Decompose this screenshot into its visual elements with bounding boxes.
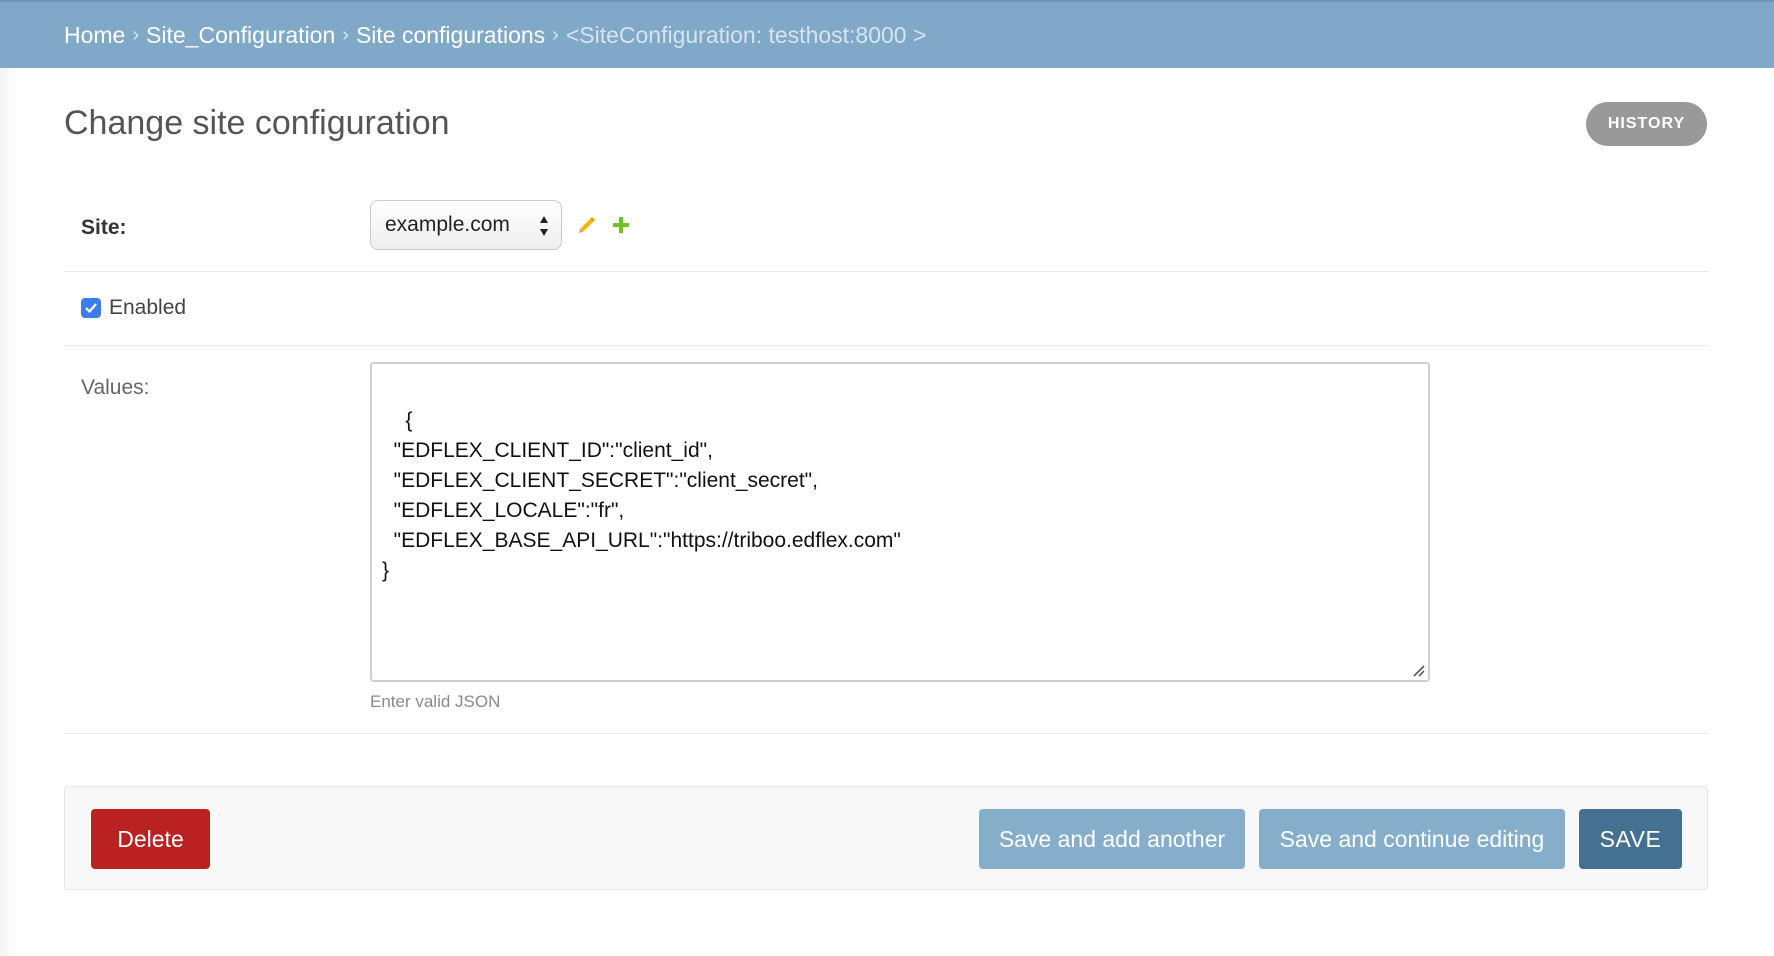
values-help-text: Enter valid JSON	[370, 692, 501, 711]
site-label: Site:	[81, 216, 127, 239]
submit-row: Delete Save and add another Save and con…	[64, 786, 1708, 890]
pencil-icon[interactable]	[576, 214, 598, 236]
breadcrumb-separator: ›	[342, 23, 349, 46]
page-title: Change site configuration	[64, 104, 450, 142]
left-edge-shadow	[0, 68, 18, 956]
breadcrumb-separator: ›	[552, 23, 559, 46]
breadcrumb-current: <SiteConfiguration: testhost:8000 >	[565, 21, 927, 48]
breadcrumb: Home › Site_Configuration › Site configu…	[0, 0, 1774, 68]
breadcrumb-separator: ›	[132, 23, 140, 46]
values-textarea[interactable]: { "EDFLEX_CLIENT_ID":"client_id", "EDFLE…	[370, 362, 1430, 682]
select-arrows-icon	[540, 216, 548, 236]
check-icon	[85, 303, 97, 314]
delete-button[interactable]: Delete	[91, 809, 210, 869]
site-select-value: example.com	[385, 213, 510, 236]
plus-icon[interactable]	[611, 215, 631, 235]
save-and-continue-button[interactable]: Save and continue editing	[1259, 809, 1565, 869]
enabled-label[interactable]: Enabled	[109, 296, 186, 320]
breadcrumb-model-list[interactable]: Site configurations	[356, 22, 545, 49]
site-row: Site: example.com	[64, 188, 1708, 272]
site-select[interactable]: example.com	[370, 200, 562, 250]
breadcrumb-home[interactable]: Home	[64, 22, 125, 49]
enabled-checkbox[interactable]	[81, 298, 101, 318]
values-label: Values:	[81, 376, 150, 399]
values-row: Values: { "EDFLEX_CLIENT_ID":"client_id"…	[64, 346, 1708, 734]
values-textarea-content: { "EDFLEX_CLIENT_ID":"client_id", "EDFLE…	[382, 409, 901, 582]
resize-handle-icon[interactable]	[1411, 663, 1425, 677]
enabled-row: Enabled	[64, 272, 1708, 346]
history-button[interactable]: HISTORY	[1586, 102, 1707, 146]
save-button[interactable]: SAVE	[1579, 809, 1682, 869]
breadcrumb-app[interactable]: Site_Configuration	[146, 22, 335, 49]
save-and-add-another-button[interactable]: Save and add another	[979, 809, 1245, 869]
